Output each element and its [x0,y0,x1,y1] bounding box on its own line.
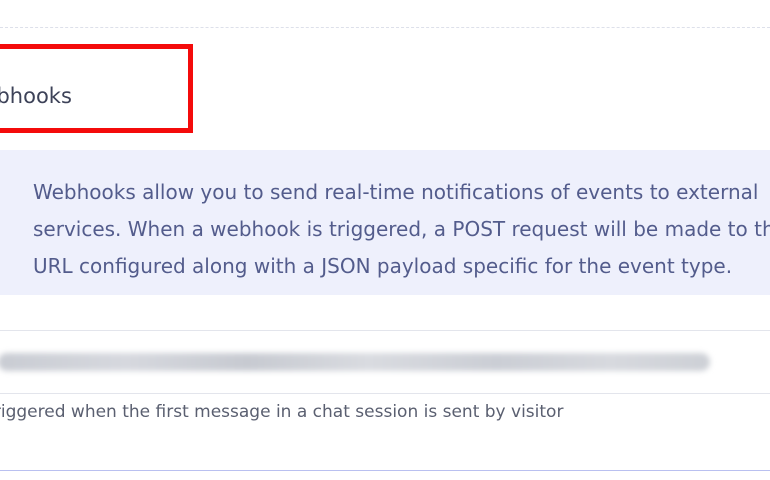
webhook-url-field[interactable] [0,330,770,394]
webhooks-settings-page: Webhooks Webhooks allow you to send real… [0,0,770,480]
highlight-annotation-box [0,44,193,133]
info-line-1: Webhooks allow you to send real-time not… [33,180,759,204]
webhook-event-description: Triggered when the first message in a ch… [0,402,564,422]
bottom-divider [0,470,770,471]
blurred-webhook-url [0,353,710,371]
info-line-3: URL configured along with a JSON payload… [33,254,733,278]
info-line-2: services. When a webhook is triggered, a… [33,217,770,241]
section-divider [0,27,770,28]
info-banner-text: Webhooks allow you to send real-time not… [33,174,770,285]
